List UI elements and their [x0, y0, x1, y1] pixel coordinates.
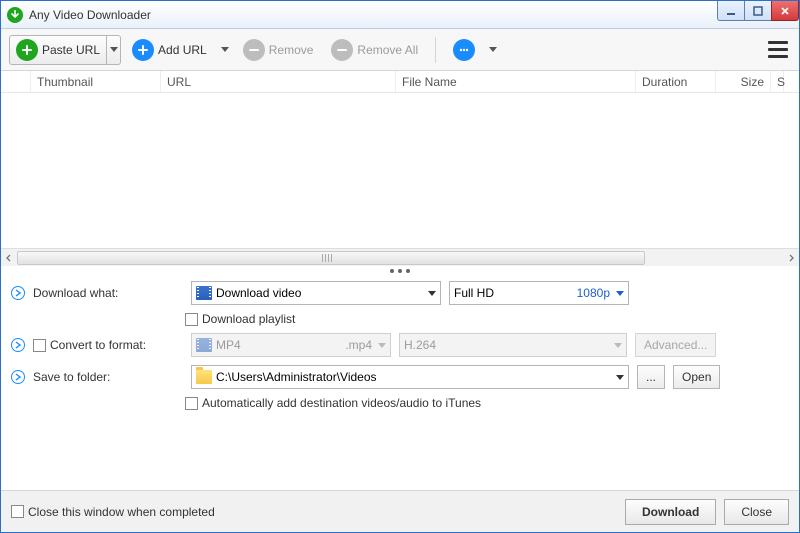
toolbar: Paste URL Add URL Remove Remove All	[1, 29, 799, 71]
window-title: Any Video Downloader	[29, 8, 151, 22]
add-url-button[interactable]: Add URL	[125, 35, 214, 65]
download-what-label: Download what:	[33, 286, 118, 300]
col-url[interactable]: URL	[161, 71, 396, 92]
app-icon	[7, 7, 23, 23]
plus-icon	[132, 39, 154, 61]
chevron-right-icon[interactable]	[11, 286, 25, 300]
save-path-combo[interactable]: C:\Users\Administrator\Videos	[191, 365, 629, 389]
open-folder-button[interactable]: Open	[673, 365, 720, 389]
quality-value: 1080p	[577, 286, 610, 300]
download-what-value: Download video	[216, 286, 428, 300]
chevron-right-icon[interactable]	[11, 370, 25, 384]
horizontal-scrollbar[interactable]	[1, 248, 799, 266]
download-button[interactable]: Download	[625, 499, 716, 525]
options-panel: Download what: Download video Full HD 10…	[1, 276, 799, 416]
format-combo[interactable]: MP4 .mp4	[191, 333, 391, 357]
codec-combo[interactable]: H.264	[399, 333, 627, 357]
itunes-row: Automatically add destination videos/aud…	[185, 396, 789, 410]
remove-all-button[interactable]: Remove All	[324, 35, 425, 65]
col-duration[interactable]: Duration	[636, 71, 716, 92]
close-button[interactable]	[771, 1, 799, 21]
film-icon	[196, 286, 212, 300]
convert-row: Convert to format: MP4 .mp4 H.264 Advanc…	[11, 332, 789, 358]
minus-icon	[243, 39, 265, 61]
film-icon	[196, 338, 212, 352]
codec-value: H.264	[404, 338, 614, 352]
save-label: Save to folder:	[33, 370, 110, 384]
col-filename[interactable]: File Name	[396, 71, 636, 92]
more-actions-button[interactable]	[446, 35, 482, 65]
paste-url-button[interactable]: Paste URL	[9, 35, 107, 65]
add-url-label: Add URL	[158, 43, 207, 57]
minimize-button[interactable]	[717, 1, 745, 21]
window-buttons	[718, 1, 799, 21]
download-playlist-row: Download playlist	[185, 312, 789, 326]
itunes-label: Automatically add destination videos/aud…	[202, 396, 481, 410]
close-when-done-checkbox[interactable]	[11, 505, 24, 518]
quality-combo[interactable]: Full HD 1080p	[449, 281, 629, 305]
paste-url-label: Paste URL	[42, 43, 100, 57]
convert-label: Convert to format:	[50, 338, 146, 352]
list-header: Thumbnail URL File Name Duration Size S	[1, 71, 799, 93]
panel-grip-icon[interactable]	[1, 266, 799, 276]
download-what-combo[interactable]: Download video	[191, 281, 441, 305]
scroll-thumb[interactable]	[17, 251, 645, 265]
minus-icon	[331, 39, 353, 61]
scroll-right-icon[interactable]	[783, 250, 799, 266]
chevron-right-icon[interactable]	[11, 338, 25, 352]
col-s[interactable]: S	[771, 71, 784, 92]
format-ext: .mp4	[345, 338, 372, 352]
format-value: MP4	[216, 338, 345, 352]
plus-icon	[16, 39, 38, 61]
itunes-checkbox[interactable]	[185, 397, 198, 410]
titlebar: Any Video Downloader	[1, 1, 799, 29]
maximize-button[interactable]	[744, 1, 772, 21]
scroll-left-icon[interactable]	[1, 250, 17, 266]
remove-all-label: Remove All	[357, 43, 418, 57]
close-dialog-button[interactable]: Close	[724, 499, 789, 525]
list-body	[1, 93, 799, 248]
remove-label: Remove	[269, 43, 314, 57]
download-playlist-label: Download playlist	[202, 312, 295, 326]
quality-label: Full HD	[454, 286, 577, 300]
col-size[interactable]: Size	[716, 71, 771, 92]
convert-checkbox[interactable]	[33, 339, 46, 352]
toolbar-separator	[435, 37, 436, 63]
close-when-done-label: Close this window when completed	[28, 505, 215, 519]
advanced-button[interactable]: Advanced...	[635, 333, 716, 357]
dots-icon	[453, 39, 475, 61]
save-path-value: C:\Users\Administrator\Videos	[216, 370, 616, 384]
col-thumbnail[interactable]: Thumbnail	[31, 71, 161, 92]
folder-icon	[196, 370, 212, 384]
menu-button[interactable]	[765, 37, 791, 63]
more-actions-dropdown[interactable]	[486, 35, 500, 65]
save-row: Save to folder: C:\Users\Administrator\V…	[11, 364, 789, 390]
download-what-row: Download what: Download video Full HD 10…	[11, 280, 789, 306]
add-url-dropdown[interactable]	[218, 35, 232, 65]
browse-button[interactable]: ...	[637, 365, 665, 389]
paste-url-dropdown[interactable]	[107, 35, 121, 65]
footer: Close this window when completed Downloa…	[1, 490, 799, 532]
download-playlist-checkbox[interactable]	[185, 313, 198, 326]
download-list: Thumbnail URL File Name Duration Size S	[1, 71, 799, 266]
remove-button[interactable]: Remove	[236, 35, 321, 65]
